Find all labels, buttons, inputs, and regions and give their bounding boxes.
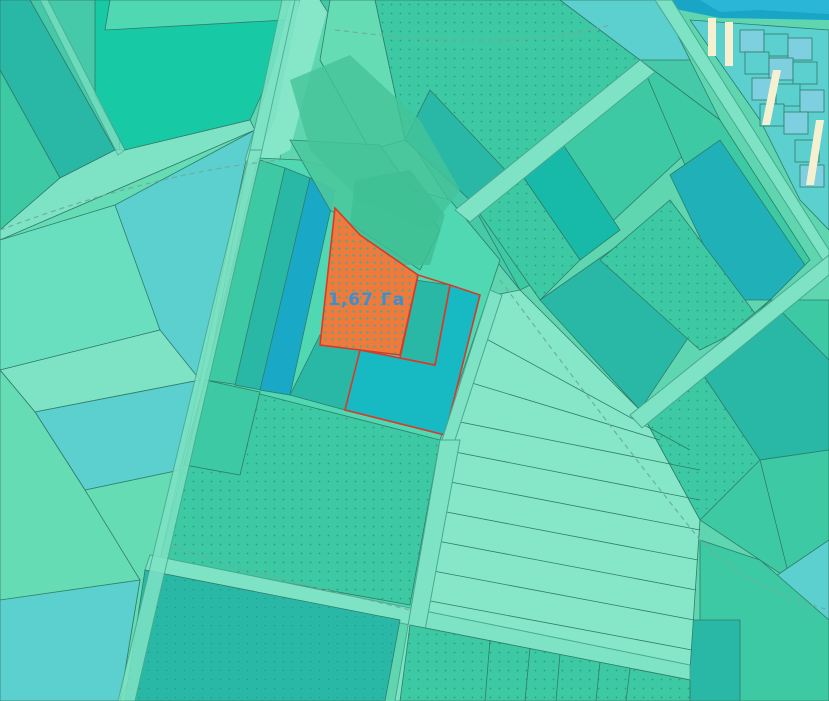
parcel[interactable]: [783, 111, 809, 135]
cadastral-map[interactable]: 1,67 Га: [0, 0, 829, 701]
parcel[interactable]: [775, 83, 801, 107]
parcel[interactable]: [787, 37, 813, 61]
parcel[interactable]: [799, 89, 825, 113]
parcel[interactable]: [792, 61, 818, 85]
parcel[interactable]: [744, 51, 770, 75]
building: [725, 22, 733, 66]
parcel[interactable]: [739, 29, 765, 53]
area-label: 1,67 Га: [328, 290, 405, 310]
parcel[interactable]: [689, 619, 741, 701]
building: [708, 18, 716, 56]
parcel[interactable]: [0, 579, 141, 701]
